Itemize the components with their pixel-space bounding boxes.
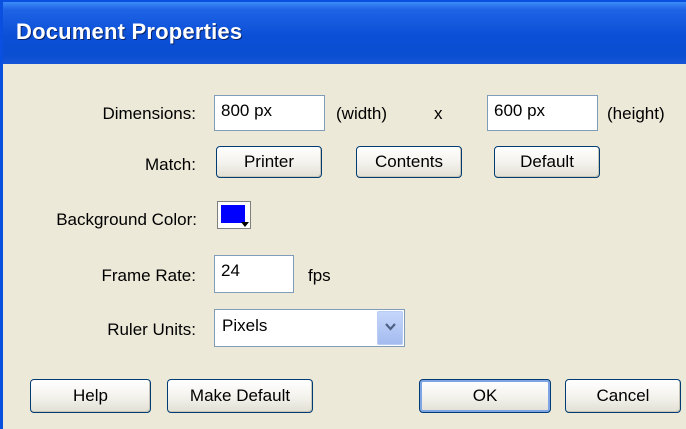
dimensions-label: Dimensions:: [102, 104, 196, 123]
frame-rate-input[interactable]: 24: [214, 255, 294, 293]
cancel-button[interactable]: Cancel: [565, 379, 681, 413]
background-color-label: Background Color:: [56, 210, 197, 229]
dialog-title: Document Properties: [16, 19, 243, 44]
color-swatch: [221, 205, 245, 223]
width-input[interactable]: 800 px: [214, 95, 325, 131]
height-suffix: (height): [607, 104, 665, 123]
dropdown-arrow-icon: [241, 222, 249, 227]
background-color-picker[interactable]: [217, 201, 251, 229]
ruler-units-label: Ruler Units:: [107, 320, 196, 339]
ruler-units-select[interactable]: Pixels: [214, 309, 405, 347]
frame-rate-label: Frame Rate:: [101, 266, 196, 285]
match-default-button[interactable]: Default: [494, 146, 600, 178]
make-default-button[interactable]: Make Default: [167, 379, 313, 413]
document-properties-dialog: Document Properties Dimensions: 800 px (…: [0, 0, 686, 429]
dialog-body: Dimensions: 800 px (width) x 600 px (hei…: [3, 64, 686, 429]
help-button[interactable]: Help: [30, 379, 151, 413]
match-contents-button[interactable]: Contents: [356, 146, 462, 178]
frame-rate-unit: fps: [308, 266, 331, 285]
ruler-units-value: Pixels: [222, 316, 268, 335]
ok-button[interactable]: OK: [419, 379, 551, 413]
chevron-down-icon: [385, 323, 396, 331]
height-input[interactable]: 600 px: [487, 95, 598, 131]
width-suffix: (width): [336, 104, 388, 123]
dimension-separator: x: [434, 104, 443, 123]
match-label: Match:: [144, 155, 196, 174]
title-bar[interactable]: Document Properties: [3, 2, 686, 64]
ruler-units-dropdown-button[interactable]: [377, 311, 403, 345]
match-printer-button[interactable]: Printer: [216, 146, 322, 178]
